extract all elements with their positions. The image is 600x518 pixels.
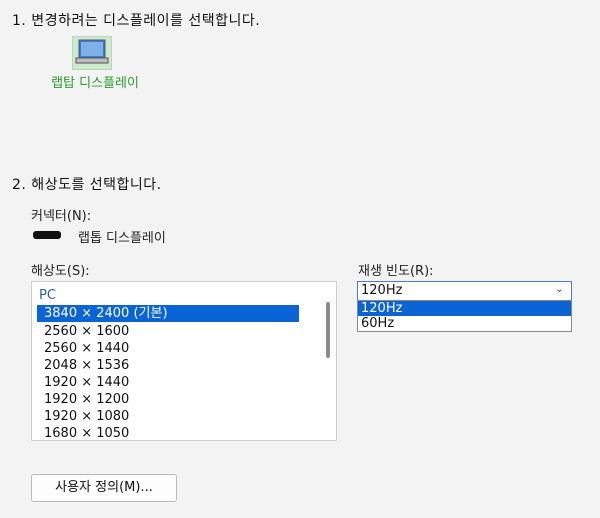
step2-title: 2. 해상도를 선택합니다. [12,177,162,193]
resolution-scrollbar[interactable] [326,302,330,358]
resolution-option[interactable]: 1680 × 1050 [37,425,299,440]
refresh-rate-option[interactable]: 120Hz [358,301,571,316]
display-tile-laptop[interactable]: 랩탑 디스플레이 [36,36,154,96]
custom-resolution-button[interactable]: 사용자 정의(M)... [31,474,177,502]
resolution-option[interactable]: 2560 × 1440 [37,340,299,357]
refresh-rate-label: 재생 빈도(R): [358,264,434,279]
refresh-rate-value: 120Hz [361,283,403,298]
step1-title: 1. 변경하려는 디스플레이를 선택합니다. [12,13,261,29]
display-name: 랩탑 디스플레이 [51,76,139,91]
refresh-rate-dropdown[interactable]: 120Hz 60Hz [357,300,572,332]
resolution-listbox[interactable]: PC 3840 × 2400 (기본) 2560 × 1600 2560 × 1… [31,281,337,441]
resolution-label: 해상도(S): [31,264,90,279]
resolution-option[interactable]: 1920 × 1440 [37,374,299,391]
resolution-option[interactable]: 2560 × 1600 [37,323,299,340]
resolution-group-header: PC [39,288,56,303]
connector-value: 랩톱 디스플레이 [78,231,166,246]
chevron-down-icon: ⌄ [554,282,564,295]
resolution-option[interactable]: 1920 × 1200 [37,391,299,408]
resolution-option[interactable]: 1920 × 1080 [37,408,299,425]
resolution-option[interactable]: 2048 × 1536 [37,357,299,374]
refresh-rate-option[interactable]: 60Hz [358,316,571,331]
laptop-icon [72,36,112,70]
connector-label: 커넥터(N): [31,209,92,224]
refresh-rate-select[interactable]: 120Hz ⌄ [357,281,572,301]
resolution-option[interactable]: 3840 × 2400 (기본) [37,305,299,322]
connector-icon [33,231,61,239]
